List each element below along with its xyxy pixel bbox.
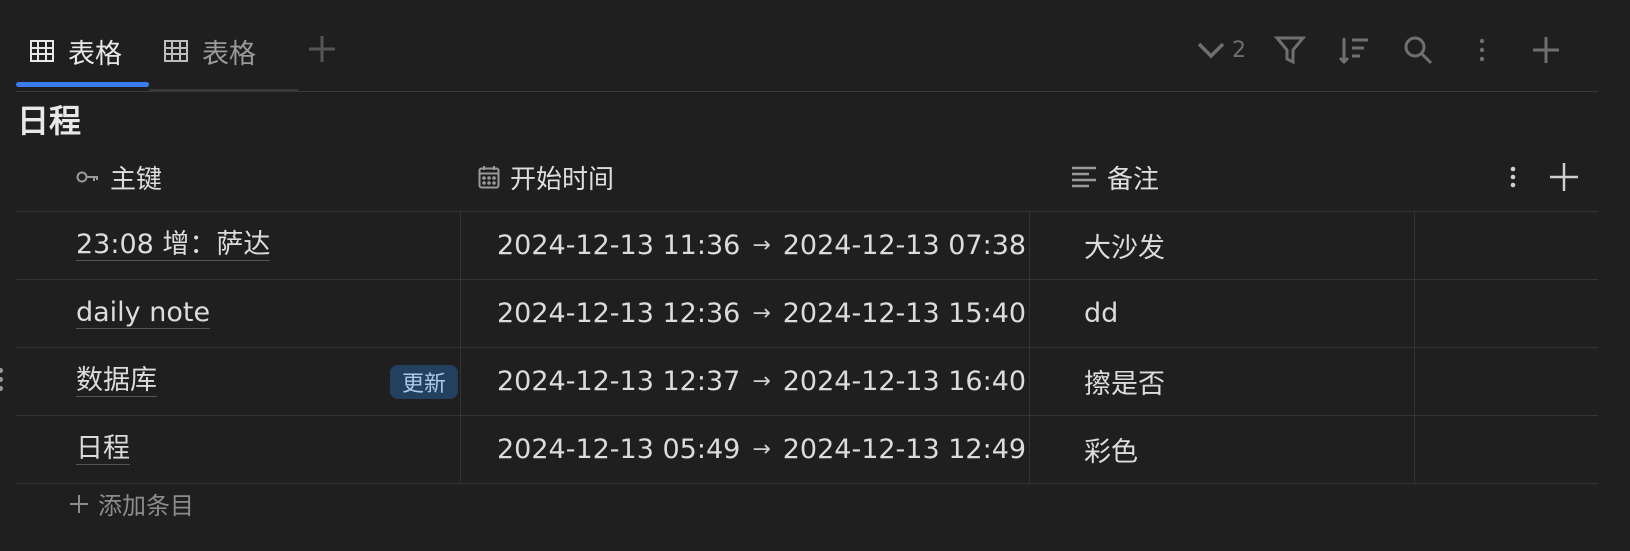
tab-table-2[interactable]: 表格 bbox=[164, 26, 256, 76]
column-divider bbox=[1414, 348, 1415, 415]
table-icon bbox=[30, 40, 54, 62]
key-cell[interactable]: 23:08 增：萨达 bbox=[76, 212, 476, 279]
text-align-icon bbox=[1072, 166, 1096, 188]
database-table: 主键 开始时间 备注 23:08 增：萨达 2024-12-13 11:36 →… bbox=[0, 143, 1598, 484]
column-divider bbox=[1029, 280, 1030, 347]
add-row-button[interactable] bbox=[1526, 30, 1566, 70]
date-range-cell[interactable]: 2024-12-13 12:36 → 2024-12-13 15:40 bbox=[477, 280, 1057, 347]
column-divider bbox=[1414, 280, 1415, 347]
row-title[interactable]: 数据库 bbox=[76, 366, 157, 397]
note-cell[interactable]: dd bbox=[1069, 280, 1469, 347]
update-badge[interactable]: 更新 bbox=[390, 365, 459, 399]
add-column-icon[interactable] bbox=[1546, 159, 1582, 195]
column-label: 备注 bbox=[1107, 164, 1160, 195]
row-title[interactable]: 日程 bbox=[76, 434, 130, 465]
tab-divider bbox=[149, 89, 298, 91]
tab-table-1[interactable]: 表格 bbox=[30, 26, 122, 76]
table-row[interactable]: 23:08 增：萨达 2024-12-13 11:36 → 2024-12-13… bbox=[16, 212, 1598, 280]
row-title[interactable]: 23:08 增：萨达 bbox=[76, 230, 271, 261]
start-date: 2024-12-13 11:36 bbox=[497, 230, 741, 261]
start-date: 2024-12-13 12:37 bbox=[497, 366, 741, 397]
collapse-count: 2 bbox=[1232, 37, 1246, 63]
column-label: 主键 bbox=[110, 164, 163, 195]
table-row[interactable]: 数据库 更新 2024-12-13 12:37 → 2024-12-13 16:… bbox=[0, 348, 1598, 416]
column-divider bbox=[1029, 348, 1030, 415]
row-title[interactable]: daily note bbox=[76, 298, 211, 329]
note-text: 彩色 bbox=[1084, 437, 1138, 468]
key-icon bbox=[76, 171, 98, 183]
arrow-right-icon: → bbox=[752, 369, 771, 394]
note-cell[interactable]: 擦是否 bbox=[1069, 348, 1469, 415]
calendar-icon bbox=[478, 166, 500, 189]
table-row[interactable]: 日程 2024-12-13 05:49 → 2024-12-13 12:49 彩… bbox=[16, 416, 1598, 484]
table-icon bbox=[164, 40, 188, 62]
add-view-button[interactable] bbox=[306, 33, 338, 65]
search-icon bbox=[1404, 36, 1433, 65]
column-divider bbox=[460, 280, 461, 347]
add-entry-button[interactable]: 添加条目 bbox=[68, 486, 194, 521]
note-text: dd bbox=[1084, 298, 1119, 329]
sort-button[interactable] bbox=[1334, 30, 1374, 70]
note-cell[interactable]: 大沙发 bbox=[1069, 212, 1469, 279]
filter-button[interactable] bbox=[1270, 30, 1310, 70]
date-range-cell[interactable]: 2024-12-13 05:49 → 2024-12-13 12:49 bbox=[477, 416, 1057, 483]
start-date: 2024-12-13 05:49 bbox=[497, 434, 741, 465]
end-date: 2024-12-13 16:40 bbox=[782, 366, 1027, 397]
column-divider bbox=[460, 348, 461, 415]
chevron-down-icon bbox=[1197, 42, 1225, 59]
column-divider bbox=[1414, 416, 1415, 483]
date-range-cell[interactable]: 2024-12-13 12:37 → 2024-12-13 16:40 bbox=[477, 348, 1057, 415]
key-cell[interactable]: daily note bbox=[76, 280, 476, 347]
date-range-cell[interactable]: 2024-12-13 11:36 → 2024-12-13 07:38 bbox=[477, 212, 1057, 279]
search-button[interactable] bbox=[1398, 30, 1438, 70]
column-label: 开始时间 bbox=[510, 164, 615, 195]
end-date: 2024-12-13 12:49 bbox=[782, 434, 1027, 465]
note-text: 擦是否 bbox=[1084, 369, 1165, 400]
column-divider bbox=[1029, 416, 1030, 483]
table-row[interactable]: daily note 2024-12-13 12:36 → 2024-12-13… bbox=[16, 280, 1598, 348]
table-header: 主键 开始时间 备注 bbox=[16, 143, 1598, 212]
key-cell[interactable]: 日程 bbox=[76, 416, 476, 483]
plus-icon bbox=[1533, 37, 1559, 63]
arrow-right-icon: → bbox=[752, 437, 771, 462]
end-date: 2024-12-13 07:38 bbox=[782, 230, 1027, 261]
note-text: 大沙发 bbox=[1084, 233, 1165, 264]
tab-label: 表格 bbox=[202, 38, 256, 70]
plus-icon bbox=[70, 494, 88, 513]
end-date: 2024-12-13 15:40 bbox=[782, 298, 1027, 329]
filter-icon bbox=[1274, 36, 1306, 65]
more-button[interactable] bbox=[1462, 30, 1502, 70]
column-header-start-time[interactable]: 开始时间 bbox=[478, 143, 614, 211]
arrow-right-icon: → bbox=[752, 301, 771, 326]
start-date: 2024-12-13 12:36 bbox=[497, 298, 741, 329]
column-header-note[interactable]: 备注 bbox=[1071, 143, 1159, 211]
drag-handle-icon[interactable] bbox=[0, 366, 6, 396]
column-divider bbox=[1414, 212, 1415, 279]
sort-icon bbox=[1338, 38, 1368, 65]
collapse-button[interactable]: 2 bbox=[1196, 38, 1246, 63]
tab-label: 表格 bbox=[68, 38, 122, 70]
view-toolbar: 2 bbox=[1196, 30, 1566, 70]
view-tab-bar: 表格 表格 2 bbox=[16, 0, 1598, 92]
arrow-right-icon: → bbox=[752, 233, 771, 258]
add-entry-label: 添加条目 bbox=[98, 492, 194, 520]
column-divider bbox=[460, 212, 461, 279]
note-cell[interactable]: 彩色 bbox=[1069, 416, 1469, 483]
column-divider bbox=[1029, 212, 1030, 279]
column-more-icon[interactable] bbox=[1498, 161, 1528, 193]
active-tab-indicator bbox=[16, 82, 149, 87]
column-header-key[interactable]: 主键 bbox=[76, 143, 162, 211]
more-vertical-icon bbox=[1479, 38, 1485, 62]
page-title: 日程 bbox=[17, 102, 82, 140]
column-divider bbox=[460, 416, 461, 483]
